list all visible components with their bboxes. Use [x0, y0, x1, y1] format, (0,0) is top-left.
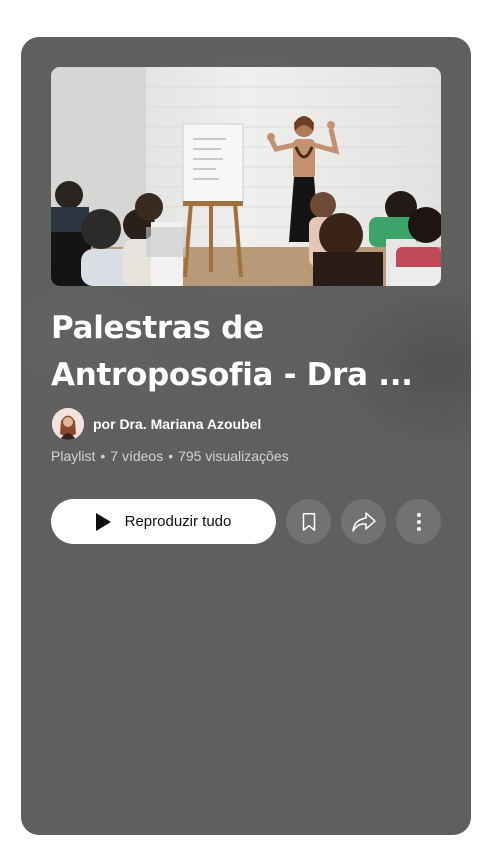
video-count: 7 vídeos: [110, 448, 164, 464]
lecture-photo-icon: [51, 67, 441, 286]
share-button[interactable]: [341, 499, 386, 544]
save-playlist-button[interactable]: [286, 499, 331, 544]
meta-separator: •: [168, 448, 174, 464]
view-count: 795 visualizações: [178, 448, 289, 464]
share-icon: [351, 511, 376, 532]
avatar: [52, 408, 84, 440]
play-all-label: Reproduzir tudo: [124, 513, 232, 530]
meta-separator: •: [100, 448, 106, 464]
bookmark-icon: [302, 512, 315, 531]
playlist-title: Palestras de Antroposofia - Dra ...: [51, 310, 413, 393]
playlist-actions: Reproduzir tudo: [51, 499, 443, 544]
play-icon: [95, 512, 111, 531]
playlist-meta: Playlist • 7 vídeos • 795 visualizações: [51, 448, 289, 464]
playlist-type: Playlist: [51, 448, 96, 464]
play-all-button[interactable]: Reproduzir tudo: [51, 499, 276, 544]
more-vert-icon: [416, 512, 421, 531]
more-actions-button[interactable]: [396, 499, 441, 544]
avatar-photo-icon: [52, 408, 84, 440]
playlist-thumbnail[interactable]: [51, 67, 441, 286]
author-name: por Dra. Mariana Azoubel: [93, 416, 262, 432]
playlist-header-card: Palestras de Antroposofia - Dra ... por …: [21, 37, 471, 835]
playlist-author[interactable]: por Dra. Mariana Azoubel: [52, 407, 261, 441]
